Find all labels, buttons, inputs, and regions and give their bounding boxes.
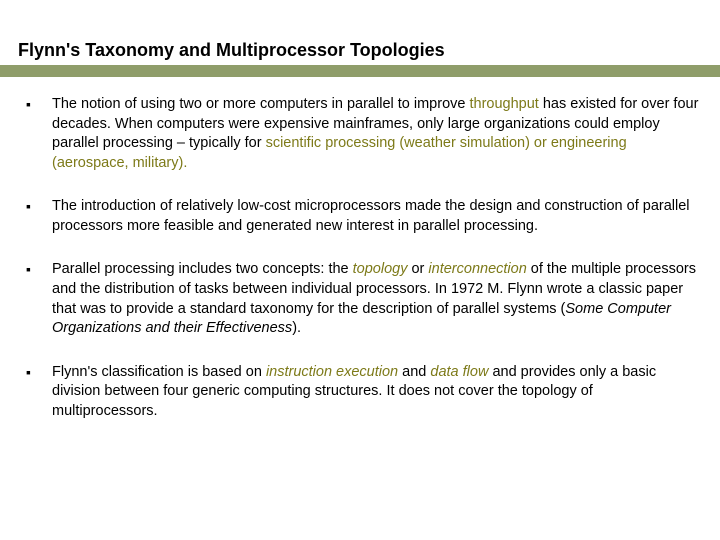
emphasis-topology: topology — [353, 261, 408, 277]
bullet-item-2: The introduction of relatively low-cost … — [26, 197, 702, 236]
bullet-item-3: Parallel processing includes two concept… — [26, 260, 702, 338]
text-run: The notion of using two or more computer… — [52, 96, 469, 112]
emphasis-interconnection: interconnection — [428, 261, 526, 277]
emphasis-data-flow: data flow — [430, 364, 488, 380]
text-run: Parallel processing includes two concept… — [52, 261, 353, 277]
text-run: ). — [292, 320, 301, 336]
bullet-item-4: Flynn's classification is based on instr… — [26, 363, 702, 422]
text-run: Flynn's classification is based on — [52, 364, 266, 380]
bullet-item-1: The notion of using two or more computer… — [26, 95, 702, 173]
title-underline-bar — [0, 65, 720, 77]
text-run: or — [407, 261, 428, 277]
text-run: The introduction of relatively low-cost … — [52, 198, 690, 234]
emphasis-throughput: throughput — [469, 96, 538, 112]
bullet-list: The notion of using two or more computer… — [18, 95, 702, 421]
emphasis-instruction-execution: instruction execution — [266, 364, 398, 380]
slide-title: Flynn's Taxonomy and Multiprocessor Topo… — [18, 40, 702, 61]
text-run: and — [398, 364, 430, 380]
